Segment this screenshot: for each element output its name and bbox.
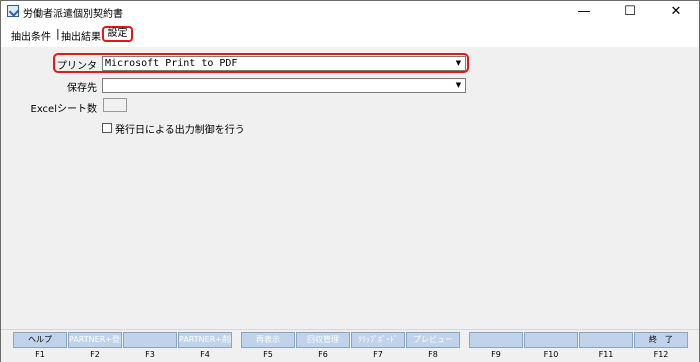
f4-partner-delete-button[interactable]: PARTNER+削除 xyxy=(178,332,232,348)
f12-key-label: F12 xyxy=(653,350,669,359)
tab-bar: 抽出条件 | 抽出結果 設定 xyxy=(1,23,699,47)
tab-separator: | xyxy=(56,27,60,40)
tab-extraction-conditions[interactable]: 抽出条件 xyxy=(11,28,51,43)
save-to-select[interactable]: ▼ xyxy=(102,78,466,93)
f2-partner-register-button[interactable]: PARTNER+登録 xyxy=(68,332,122,348)
issue-date-checkbox-label: 発行日による出力制御を行う xyxy=(115,125,245,136)
app-icon xyxy=(7,5,19,17)
f1-help-button[interactable]: ヘルプ xyxy=(13,332,67,348)
function-key-bar: ヘルプ PARTNER+登録 PARTNER+削除 再表示 回収管理 ｸﾘｯﾌﾟ… xyxy=(1,329,699,362)
printer-select[interactable]: Microsoft Print to PDF ▼ xyxy=(102,56,466,71)
f3-key-label: F3 xyxy=(145,350,155,359)
f5-refresh-button[interactable]: 再表示 xyxy=(241,332,295,348)
f7-key-label: F7 xyxy=(373,350,383,359)
excel-sheets-field[interactable] xyxy=(103,98,127,112)
f7-clipboard-button[interactable]: ｸﾘｯﾌﾟﾎﾞｰﾄﾞ xyxy=(351,332,405,348)
window-title: 労働者派遣個別契約書 xyxy=(23,9,123,20)
excel-sheets-label: Excelシート数 xyxy=(30,104,98,115)
minimize-button[interactable]: — xyxy=(561,1,607,23)
f8-key-label: F8 xyxy=(428,350,438,359)
application-window: 労働者派遣個別契約書 — ☐ ✕ 抽出条件 | 抽出結果 設定 プリンタ Mic… xyxy=(0,0,700,362)
tab-extraction-results[interactable]: 抽出結果 xyxy=(61,28,101,43)
f4-key-label: F4 xyxy=(200,350,210,359)
f6-key-label: F6 xyxy=(318,350,328,359)
close-button[interactable]: ✕ xyxy=(653,1,699,23)
printer-value: Microsoft Print to PDF xyxy=(105,58,238,69)
f1-key-label: F1 xyxy=(35,350,45,359)
f3-button[interactable] xyxy=(123,332,177,348)
f5-key-label: F5 xyxy=(263,350,273,359)
f10-key-label: F10 xyxy=(543,350,559,359)
f9-button[interactable] xyxy=(469,332,523,348)
f12-exit-button[interactable]: 終 了 xyxy=(634,332,688,348)
issue-date-checkbox[interactable] xyxy=(102,123,112,133)
f11-button[interactable] xyxy=(579,332,633,348)
title-bar: 労働者派遣個別契約書 — ☐ ✕ xyxy=(1,1,699,23)
printer-label: プリンタ xyxy=(57,61,97,72)
f6-collection-management-button[interactable]: 回収管理 xyxy=(296,332,350,348)
f2-key-label: F2 xyxy=(90,350,100,359)
f8-preview-button[interactable]: プレビュー xyxy=(406,332,460,348)
chevron-down-icon[interactable]: ▼ xyxy=(453,80,464,91)
tab-settings[interactable]: 設定 xyxy=(102,26,133,42)
maximize-button[interactable]: ☐ xyxy=(607,1,653,23)
f11-key-label: F11 xyxy=(598,350,614,359)
chevron-down-icon[interactable]: ▼ xyxy=(453,58,464,69)
f10-button[interactable] xyxy=(524,332,578,348)
f9-key-label: F9 xyxy=(491,350,501,359)
save-to-label: 保存先 xyxy=(67,83,97,94)
